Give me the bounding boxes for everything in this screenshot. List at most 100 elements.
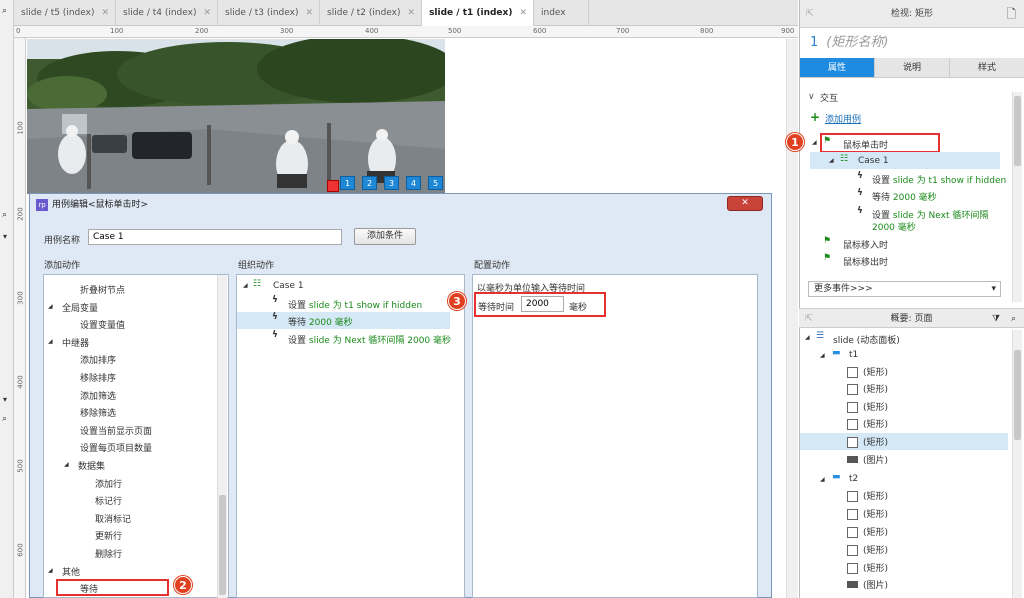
tree-node-t2[interactable]: t2 [849, 474, 858, 484]
dropdown-arrow-icon[interactable]: ▾ [3, 232, 7, 241]
scrollbar-thumb[interactable] [1014, 350, 1021, 440]
add-action-item[interactable]: 移除排序 [80, 371, 116, 384]
tab-properties[interactable]: 属性 [800, 58, 875, 77]
page-icon[interactable]: 🗋 [1006, 0, 1016, 28]
dropdown-arrow-icon[interactable]: ▾ [3, 395, 7, 404]
scrollbar-thumb[interactable] [219, 495, 226, 595]
collapse-icon[interactable]: ⇱ [805, 309, 813, 329]
add-action-item[interactable]: 移除筛选 [80, 406, 116, 419]
tab-style[interactable]: 样式 [950, 58, 1024, 77]
tree-item[interactable]: (矩形) [847, 417, 888, 430]
tree-item[interactable]: (矩形) [847, 507, 888, 520]
overview-scrollbar[interactable] [1012, 330, 1022, 598]
slide-image[interactable] [27, 39, 445, 194]
tree-item[interactable]: (矩形) [847, 382, 888, 395]
event-mouse-enter[interactable]: 鼠标移入时 [843, 238, 888, 251]
add-action-item[interactable]: 数据集 [78, 459, 105, 472]
add-action-item[interactable]: 设置变量值 [80, 318, 125, 331]
add-action-item[interactable]: 全局变量 [62, 301, 98, 314]
tree-item[interactable]: (矩形) [847, 489, 888, 502]
add-action-scrollbar[interactable] [217, 275, 227, 598]
search-icon[interactable]: ⌕ [1011, 309, 1016, 329]
tree-node-slide[interactable]: slide (动态面板) [833, 333, 900, 346]
pager-button-4[interactable]: 4 [406, 176, 421, 190]
add-action-item[interactable]: 设置当前显示页面 [80, 424, 152, 437]
pager-button-1[interactable]: 1 [340, 176, 355, 190]
tree-row-selected[interactable] [800, 433, 1008, 450]
tree-item[interactable]: (图片) [847, 453, 888, 466]
collapse-arrow-icon[interactable]: ◢ [48, 567, 53, 574]
action-row[interactable]: 设置 slide 为 t1 show if hidden [872, 173, 1006, 186]
collapse-arrow-icon[interactable]: ◢ [829, 157, 834, 164]
pager-button-5[interactable]: 5 [428, 176, 443, 190]
close-icon[interactable]: ✕ [101, 0, 109, 26]
search-icon[interactable]: ⌕ [2, 6, 7, 16]
add-action-item[interactable]: 添加排序 [80, 353, 116, 366]
tab-slide-t2[interactable]: slide / t2 (index) ✕ [320, 0, 423, 26]
search-icon[interactable]: ⌕ [2, 210, 7, 220]
scrollbar-thumb[interactable] [1014, 96, 1021, 166]
selected-rectangle-handle[interactable] [327, 180, 339, 192]
filter-icon[interactable]: ⧩ [992, 309, 1000, 329]
tab-index[interactable]: index [534, 0, 589, 26]
tree-item[interactable]: (矩形) [847, 561, 888, 574]
wait-time-input[interactable] [521, 296, 564, 312]
canvas-vertical-scrollbar[interactable] [786, 39, 798, 598]
tab-slide-t5[interactable]: slide / t5 (index) ✕ [14, 0, 117, 26]
close-button[interactable]: ✕ [727, 196, 763, 211]
tree-node-t1[interactable]: t1 [849, 350, 858, 360]
org-action-row[interactable]: 等待 2000 毫秒 [288, 315, 353, 328]
case-row-selected[interactable] [810, 152, 1000, 169]
collapse-arrow-icon[interactable]: ◢ [820, 352, 825, 359]
close-icon[interactable]: ✕ [306, 0, 314, 26]
pager-button-3[interactable]: 3 [384, 176, 399, 190]
dialog-titlebar[interactable]: rp 用例编辑<鼠标单击时> ✕ [30, 194, 771, 216]
collapse-arrow-icon[interactable]: ◢ [243, 282, 248, 289]
add-action-item[interactable]: 更新行 [95, 529, 122, 542]
collapse-arrow-icon[interactable]: ◢ [64, 461, 69, 468]
collapse-arrow-icon[interactable]: ◢ [812, 139, 817, 146]
tab-slide-t4[interactable]: slide / t4 (index) ✕ [116, 0, 219, 26]
collapse-arrow-icon[interactable]: ◢ [48, 303, 53, 310]
add-action-item[interactable]: 其他 [62, 565, 80, 578]
event-click[interactable]: 鼠标单击时 [843, 138, 888, 151]
add-action-item[interactable]: 取消标记 [95, 512, 131, 525]
tree-item[interactable]: (矩形) [847, 435, 888, 448]
tree-item[interactable]: (图片) [847, 578, 888, 591]
tree-item[interactable]: (矩形) [847, 400, 888, 413]
tab-notes[interactable]: 说明 [875, 58, 950, 77]
add-action-item[interactable]: 添加筛选 [80, 389, 116, 402]
add-action-item[interactable]: 中继器 [62, 336, 89, 349]
add-case-link[interactable]: 添加用例 [825, 112, 861, 125]
add-action-item[interactable]: 添加行 [95, 477, 122, 490]
pager-button-2[interactable]: 2 [362, 176, 377, 190]
chevron-down-icon[interactable]: ∨ [808, 92, 815, 102]
search-icon[interactable]: ⌕ [2, 414, 7, 424]
collapse-arrow-icon[interactable]: ◢ [820, 476, 825, 483]
collapse-arrow-icon[interactable]: ◢ [48, 338, 53, 345]
collapse-arrow-icon[interactable]: ◢ [805, 334, 810, 341]
close-icon[interactable]: ✕ [519, 0, 527, 26]
add-action-item[interactable]: 删除行 [95, 547, 122, 560]
org-action-row[interactable]: 设置 slide 为 Next 循环间隔 2000 毫秒 [288, 333, 451, 346]
tab-slide-t3[interactable]: slide / t3 (index) ✕ [218, 0, 321, 26]
add-action-item[interactable]: 设置每页项目数量 [80, 441, 152, 454]
more-events-dropdown[interactable]: 更多事件>>> ▾ [808, 281, 1001, 297]
tree-item[interactable]: (矩形) [847, 525, 888, 538]
case-name-input[interactable] [88, 229, 342, 245]
collapse-icon[interactable]: ⇱ [806, 0, 814, 28]
org-action-row[interactable]: 设置 slide 为 t1 show if hidden [288, 298, 422, 311]
inspector-scrollbar[interactable] [1012, 92, 1022, 302]
widget-name[interactable]: 1 (矩形名称) [800, 28, 1024, 58]
close-icon[interactable]: ✕ [203, 0, 211, 26]
close-icon[interactable]: ✕ [408, 0, 416, 26]
event-mouse-leave[interactable]: 鼠标移出时 [843, 255, 888, 268]
action-row[interactable]: 等待 2000 毫秒 [872, 190, 937, 203]
add-action-item[interactable]: 折叠树节点 [80, 283, 125, 296]
add-condition-button[interactable]: 添加条件 [354, 228, 416, 245]
tab-slide-t1[interactable]: slide / t1 (index) ✕ [422, 0, 535, 26]
page-tab-bar: slide / t5 (index) ✕ slide / t4 (index) ✕ … [14, 0, 798, 26]
tree-item[interactable]: (矩形) [847, 543, 888, 556]
add-action-item[interactable]: 标记行 [95, 494, 122, 507]
tree-item[interactable]: (矩形) [847, 365, 888, 378]
